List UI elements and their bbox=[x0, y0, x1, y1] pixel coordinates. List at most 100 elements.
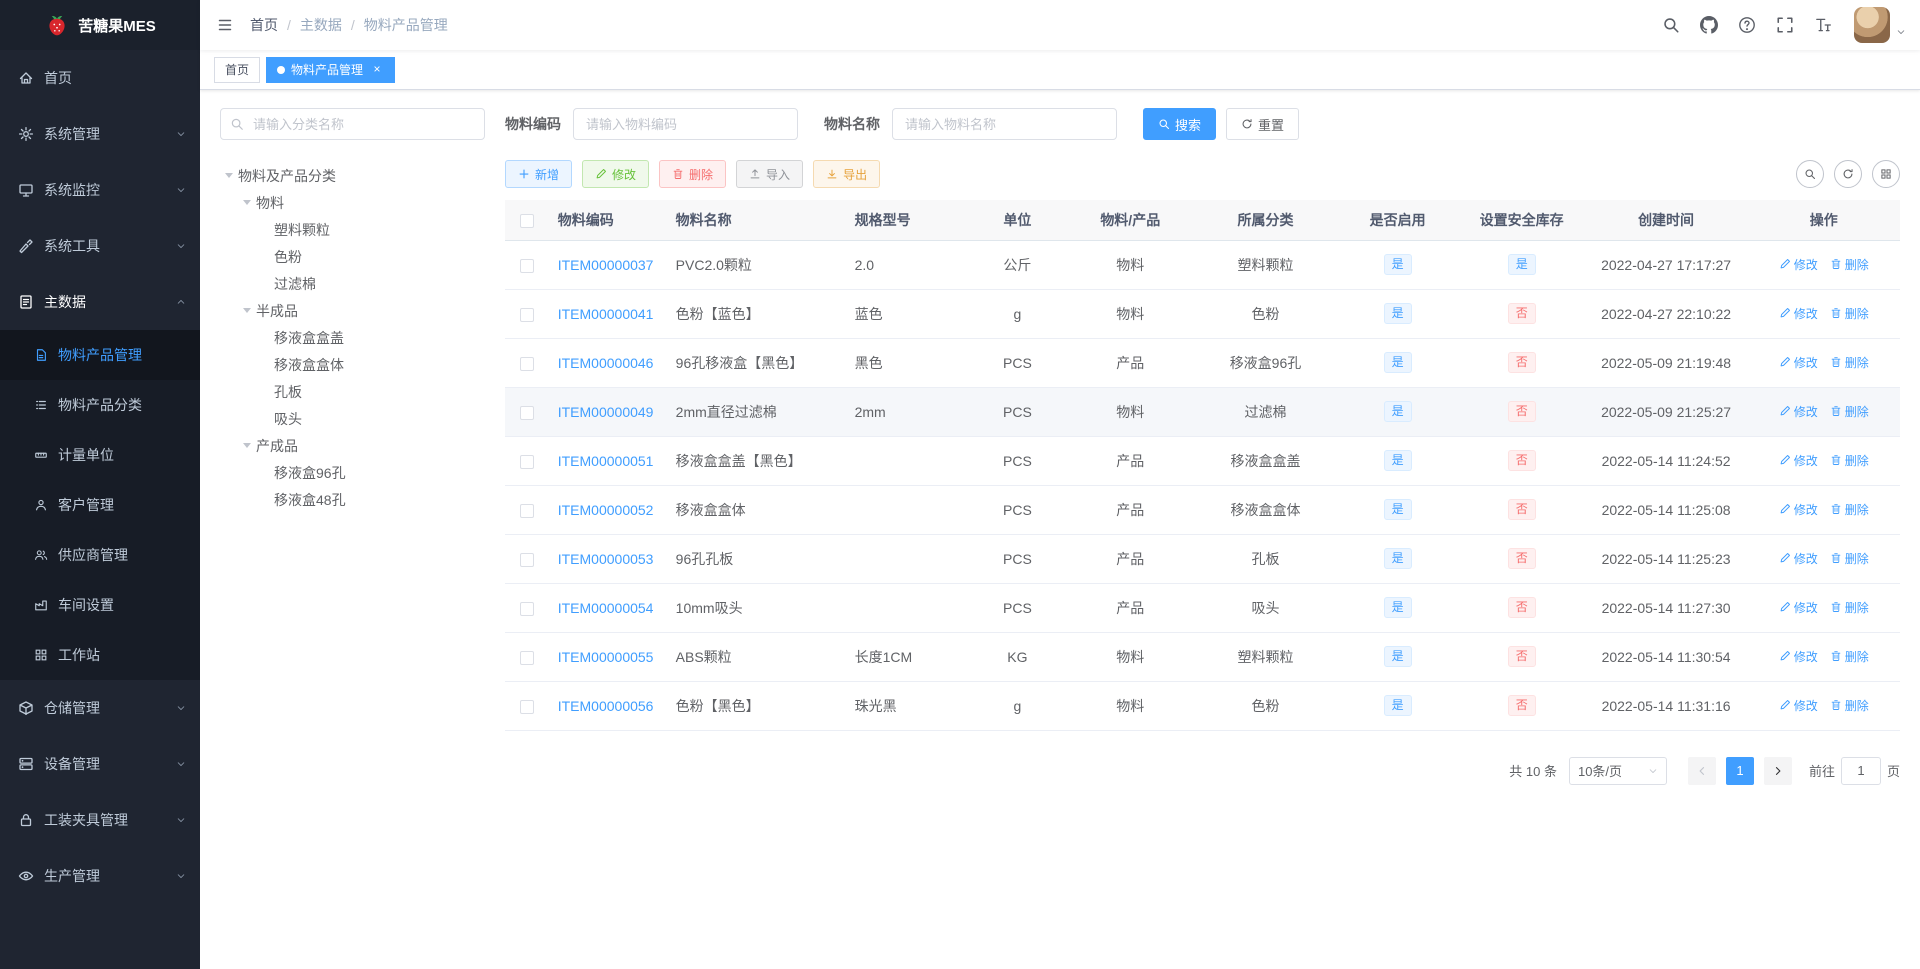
tree-node[interactable]: 塑料颗粒 bbox=[220, 216, 485, 243]
cell-material-code[interactable]: ITEM00000041 bbox=[558, 306, 654, 322]
import-button[interactable]: 导入 bbox=[736, 160, 804, 188]
tree-node[interactable]: 色粉 bbox=[220, 243, 485, 270]
row-checkbox[interactable] bbox=[520, 650, 535, 665]
material-name-input[interactable] bbox=[892, 108, 1117, 140]
material-code-input[interactable] bbox=[573, 108, 798, 140]
row-checkbox[interactable] bbox=[520, 601, 535, 616]
app-logo[interactable]: 苦糖果MES bbox=[0, 0, 200, 50]
search-icon[interactable] bbox=[1652, 0, 1690, 50]
cell-material-code[interactable]: ITEM00000049 bbox=[558, 404, 654, 420]
columns-button[interactable] bbox=[1872, 160, 1900, 188]
cell-material-code[interactable]: ITEM00000056 bbox=[558, 698, 654, 714]
font-size-icon[interactable] bbox=[1804, 0, 1842, 50]
tree-expand-caret-icon[interactable] bbox=[238, 308, 256, 313]
sidebar-subitem[interactable]: 物料产品管理 bbox=[0, 330, 200, 380]
sidebar-subitem[interactable]: 供应商管理 bbox=[0, 530, 200, 580]
sidebar-subitem[interactable]: 客户管理 bbox=[0, 480, 200, 530]
tree-node[interactable]: 物料及产品分类 bbox=[220, 162, 485, 189]
tab-0[interactable]: 首页 bbox=[214, 56, 261, 83]
next-page-button[interactable] bbox=[1763, 756, 1792, 785]
tree-node[interactable]: 吸头 bbox=[220, 405, 485, 432]
tree-node[interactable]: 孔板 bbox=[220, 378, 485, 405]
row-edit-link[interactable]: 修改 bbox=[1779, 452, 1818, 469]
row-checkbox[interactable] bbox=[520, 552, 535, 567]
tree-node[interactable]: 移液盒96孔 bbox=[220, 459, 485, 486]
row-delete-link[interactable]: 删除 bbox=[1830, 648, 1869, 665]
tree-expand-caret-icon[interactable] bbox=[238, 443, 256, 448]
row-delete-link[interactable]: 删除 bbox=[1830, 501, 1869, 518]
tree-node[interactable]: 半成品 bbox=[220, 297, 485, 324]
sidebar-item[interactable]: 生产管理 bbox=[0, 848, 200, 904]
refresh-button[interactable] bbox=[1834, 160, 1862, 188]
row-edit-link[interactable]: 修改 bbox=[1779, 501, 1818, 518]
row-edit-link[interactable]: 修改 bbox=[1779, 403, 1818, 420]
row-checkbox[interactable] bbox=[520, 356, 535, 371]
row-delete-link[interactable]: 删除 bbox=[1830, 256, 1869, 273]
export-button[interactable]: 导出 bbox=[813, 160, 881, 188]
tree-expand-caret-icon[interactable] bbox=[220, 173, 238, 178]
sidebar-item[interactable]: 设备管理 bbox=[0, 736, 200, 792]
sidebar-subitem[interactable]: 物料产品分类 bbox=[0, 380, 200, 430]
row-delete-link[interactable]: 删除 bbox=[1830, 305, 1869, 322]
github-icon[interactable] bbox=[1690, 0, 1728, 50]
help-icon[interactable] bbox=[1728, 0, 1766, 50]
sidebar-subitem[interactable]: 工作站 bbox=[0, 630, 200, 680]
row-checkbox[interactable] bbox=[520, 503, 535, 518]
toggle-search-button[interactable] bbox=[1796, 160, 1824, 188]
search-button[interactable]: 搜索 bbox=[1143, 108, 1217, 140]
row-delete-link[interactable]: 删除 bbox=[1830, 452, 1869, 469]
sidebar-item[interactable]: 系统管理 bbox=[0, 106, 200, 162]
cell-material-code[interactable]: ITEM00000051 bbox=[558, 453, 654, 469]
breadcrumb-item[interactable]: 主数据 bbox=[300, 15, 342, 35]
delete-button[interactable]: 删除 bbox=[659, 160, 727, 188]
tree-node[interactable]: 移液盒盒盖 bbox=[220, 324, 485, 351]
goto-page-input[interactable] bbox=[1840, 756, 1881, 785]
row-edit-link[interactable]: 修改 bbox=[1779, 648, 1818, 665]
row-checkbox[interactable] bbox=[520, 258, 535, 273]
sidebar-item[interactable]: 仓储管理 bbox=[0, 680, 200, 736]
user-menu-caret-icon[interactable] bbox=[1896, 27, 1906, 37]
row-delete-link[interactable]: 删除 bbox=[1830, 354, 1869, 371]
row-checkbox[interactable] bbox=[520, 405, 535, 420]
cell-material-code[interactable]: ITEM00000055 bbox=[558, 649, 654, 665]
row-delete-link[interactable]: 删除 bbox=[1830, 697, 1869, 714]
row-delete-link[interactable]: 删除 bbox=[1830, 403, 1869, 420]
select-all-checkbox[interactable] bbox=[520, 213, 535, 228]
avatar[interactable] bbox=[1854, 7, 1890, 43]
page-button-current[interactable]: 1 bbox=[1725, 756, 1754, 785]
category-search-input[interactable] bbox=[220, 108, 485, 140]
tree-node[interactable]: 移液盒48孔 bbox=[220, 486, 485, 513]
cell-material-code[interactable]: ITEM00000037 bbox=[558, 257, 654, 273]
breadcrumb-item[interactable]: 首页 bbox=[250, 15, 278, 35]
tree-node[interactable]: 物料 bbox=[220, 189, 485, 216]
tree-node[interactable]: 产成品 bbox=[220, 432, 485, 459]
row-edit-link[interactable]: 修改 bbox=[1779, 550, 1818, 567]
reset-button[interactable]: 重置 bbox=[1226, 108, 1300, 140]
edit-button[interactable]: 修改 bbox=[582, 160, 650, 188]
row-checkbox[interactable] bbox=[520, 307, 535, 322]
tab-close-icon[interactable]: × bbox=[370, 62, 384, 77]
row-edit-link[interactable]: 修改 bbox=[1779, 599, 1818, 616]
row-checkbox[interactable] bbox=[520, 699, 535, 714]
row-checkbox[interactable] bbox=[520, 454, 535, 469]
sidebar-subitem[interactable]: 车间设置 bbox=[0, 580, 200, 630]
fullscreen-icon[interactable] bbox=[1766, 0, 1804, 50]
cell-material-code[interactable]: ITEM00000054 bbox=[558, 600, 654, 616]
row-edit-link[interactable]: 修改 bbox=[1779, 354, 1818, 371]
cell-material-code[interactable]: ITEM00000046 bbox=[558, 355, 654, 371]
hamburger-icon[interactable] bbox=[200, 0, 250, 50]
tab-1[interactable]: 物料产品管理 × bbox=[266, 56, 396, 83]
row-delete-link[interactable]: 删除 bbox=[1830, 550, 1869, 567]
page-size-select[interactable]: 10条/页 bbox=[1568, 756, 1667, 785]
cell-material-code[interactable]: ITEM00000053 bbox=[558, 551, 654, 567]
row-edit-link[interactable]: 修改 bbox=[1779, 305, 1818, 322]
tree-expand-caret-icon[interactable] bbox=[238, 200, 256, 205]
row-edit-link[interactable]: 修改 bbox=[1779, 256, 1818, 273]
row-edit-link[interactable]: 修改 bbox=[1779, 697, 1818, 714]
sidebar-item[interactable]: 工装夹具管理 bbox=[0, 792, 200, 848]
sidebar-subitem[interactable]: 计量单位 bbox=[0, 430, 200, 480]
cell-material-code[interactable]: ITEM00000052 bbox=[558, 502, 654, 518]
sidebar-item[interactable]: 系统监控 bbox=[0, 162, 200, 218]
row-delete-link[interactable]: 删除 bbox=[1830, 599, 1869, 616]
sidebar-item[interactable]: 首页 bbox=[0, 50, 200, 106]
